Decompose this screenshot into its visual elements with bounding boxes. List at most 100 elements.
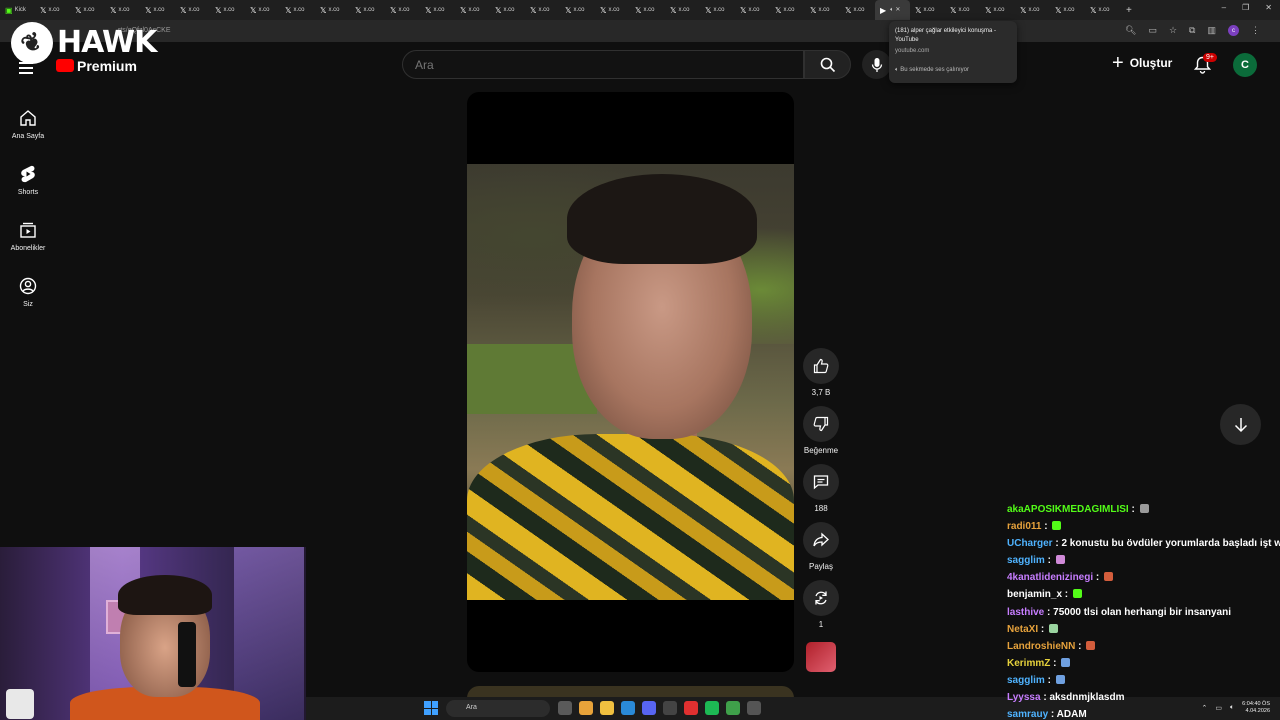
spotify-icon[interactable] (705, 701, 719, 715)
chat-username[interactable]: benjamin_x (1007, 589, 1062, 600)
cast-icon[interactable]: ▭ (1148, 25, 1157, 36)
steam-icon[interactable] (663, 701, 677, 715)
file-explorer-icon[interactable] (600, 701, 614, 715)
chat-separator: : (1044, 606, 1054, 618)
sidebar-item-you[interactable]: Siz (0, 264, 56, 320)
edge-icon[interactable] (621, 701, 635, 715)
chat-username[interactable]: 4kanatlidenizinegi (1007, 572, 1093, 583)
browser-tab[interactable]: 𝕏x.co (1085, 0, 1120, 20)
create-button[interactable]: + Oluştur (1112, 53, 1172, 73)
browser-profile-avatar[interactable]: c (1228, 25, 1239, 36)
tab-label: x.co (503, 7, 515, 13)
sidebar-item-home[interactable]: Ana Sayfa (0, 96, 56, 152)
address-bar[interactable]: rts/gQfzl0AcCKE 🔍︎ ▭ ☆ ⧉ ▥ c ⋮ (0, 20, 1280, 42)
browser-tab[interactable]: 𝕏x.co (105, 0, 140, 20)
browser-tab[interactable]: 𝕏x.co (770, 0, 805, 20)
zoom-icon[interactable]: 🔍︎ (1125, 25, 1136, 36)
comments-button[interactable] (803, 464, 839, 500)
chrome-icon[interactable] (579, 701, 593, 715)
app-icon[interactable] (684, 701, 698, 715)
browser-tab[interactable]: 𝕏x.co (490, 0, 525, 20)
browser-tab[interactable]: 𝕏x.co (840, 0, 875, 20)
browser-tab[interactable]: 𝕏x.co (280, 0, 315, 20)
x-favicon-icon: 𝕏 (75, 5, 82, 15)
chat-username[interactable]: sagglim (1007, 555, 1045, 566)
chat-username[interactable]: lasthive (1007, 607, 1044, 618)
browser-tab[interactable]: 𝕏x.co (1015, 0, 1050, 20)
sidebar-item-shorts[interactable]: Shorts (0, 152, 56, 208)
next-video-button[interactable] (1220, 404, 1261, 445)
new-tab-button[interactable]: + (1126, 5, 1132, 16)
chat-username[interactable]: NetaXI (1007, 624, 1038, 635)
bookmark-star-icon[interactable]: ☆ (1169, 25, 1177, 36)
discord-icon[interactable] (642, 701, 656, 715)
dislike-action: Beğenme (802, 406, 840, 456)
browser-tab[interactable]: 𝕏x.co (1050, 0, 1085, 20)
chat-username[interactable]: samrauy (1007, 709, 1048, 720)
chat-username[interactable]: KerimmZ (1007, 658, 1050, 669)
browser-tab-active[interactable]: ▶ 🔈︎ ✕ (875, 0, 910, 20)
subscriptions-icon (20, 222, 36, 238)
chat-username[interactable]: sagglim (1007, 675, 1045, 686)
chat-username[interactable]: akaAPOSIKMEDAGIMLISI (1007, 504, 1129, 515)
browser-tab[interactable]: 𝕏x.co (35, 0, 70, 20)
sidebar-item-subscriptions[interactable]: Abonelikler (0, 208, 56, 264)
sound-thumbnail[interactable] (806, 642, 836, 672)
chat-username[interactable]: UCharger (1007, 538, 1053, 549)
browser-tab[interactable]: 𝕏x.co (210, 0, 245, 20)
voice-search-button[interactable] (862, 50, 891, 79)
account-avatar[interactable]: C (1233, 53, 1257, 77)
browser-menu-icon[interactable]: ⋮ (1251, 25, 1260, 36)
home-icon (20, 109, 36, 126)
obs-icon[interactable] (747, 701, 761, 715)
browser-tab[interactable]: 𝕏x.co (455, 0, 490, 20)
tab-label: x.co (1063, 7, 1075, 13)
hamburger-menu-icon[interactable] (19, 62, 33, 77)
minimize-icon[interactable]: – (1222, 3, 1226, 12)
restore-icon[interactable]: ❐ (1242, 3, 1249, 12)
tab-audio-icon[interactable]: 🔈︎ ✕ (890, 6, 900, 14)
browser-tab[interactable]: 𝕏x.co (945, 0, 980, 20)
browser-tab[interactable]: 𝕏x.co (70, 0, 105, 20)
browser-tab[interactable]: 𝕏x.co (420, 0, 455, 20)
chat-username[interactable]: Lyyssa (1007, 692, 1041, 703)
comment-count: 188 (814, 504, 828, 513)
browser-tab[interactable]: 𝕏x.co (805, 0, 840, 20)
browser-tab[interactable]: 𝕏x.co (245, 0, 280, 20)
chrome-green-icon[interactable] (726, 701, 740, 715)
share-button[interactable] (803, 522, 839, 558)
browser-tab[interactable]: 𝕏x.co (630, 0, 665, 20)
windows-start-icon[interactable] (424, 701, 438, 715)
search-box[interactable] (402, 50, 804, 79)
like-button[interactable] (803, 348, 839, 384)
browser-tab[interactable]: 𝕏x.co (560, 0, 595, 20)
search-input[interactable] (415, 58, 785, 72)
chat-username[interactable]: LandroshieNN (1007, 641, 1075, 652)
browser-tab[interactable]: ▣ Kick (0, 0, 35, 20)
browser-tab[interactable]: 𝕏x.co (980, 0, 1015, 20)
browser-tab[interactable]: 𝕏x.co (595, 0, 630, 20)
browser-tab[interactable]: 𝕏x.co (910, 0, 945, 20)
close-icon[interactable]: ✕ (1265, 3, 1272, 12)
browser-tab[interactable]: 𝕏x.co (700, 0, 735, 20)
chat-message: akaAPOSIKMEDAGIMLISI : (1007, 501, 1280, 518)
remix-button[interactable] (803, 580, 839, 616)
tab-label: x.co (818, 7, 830, 13)
chat-username[interactable]: radi011 (1007, 521, 1041, 532)
browser-tab[interactable]: 𝕏x.co (525, 0, 560, 20)
search-button[interactable] (804, 50, 851, 79)
extensions-icon[interactable]: ⧉ (1189, 25, 1195, 36)
browser-tab[interactable]: 𝕏x.co (140, 0, 175, 20)
browser-tab[interactable]: 𝕏x.co (665, 0, 700, 20)
sidepanel-icon[interactable]: ▥ (1207, 25, 1216, 36)
browser-tab[interactable]: 𝕏x.co (350, 0, 385, 20)
dislike-button[interactable] (803, 406, 839, 442)
browser-tab[interactable]: 𝕏x.co (385, 0, 420, 20)
browser-tab[interactable]: 𝕏x.co (735, 0, 770, 20)
share-arrow-icon (813, 532, 829, 547)
task-view-icon[interactable] (558, 701, 572, 715)
browser-tab[interactable]: 𝕏x.co (175, 0, 210, 20)
browser-tab[interactable]: 𝕏x.co (315, 0, 350, 20)
shorts-video-player[interactable] (467, 92, 794, 672)
taskbar-search[interactable]: Ara (446, 700, 550, 717)
